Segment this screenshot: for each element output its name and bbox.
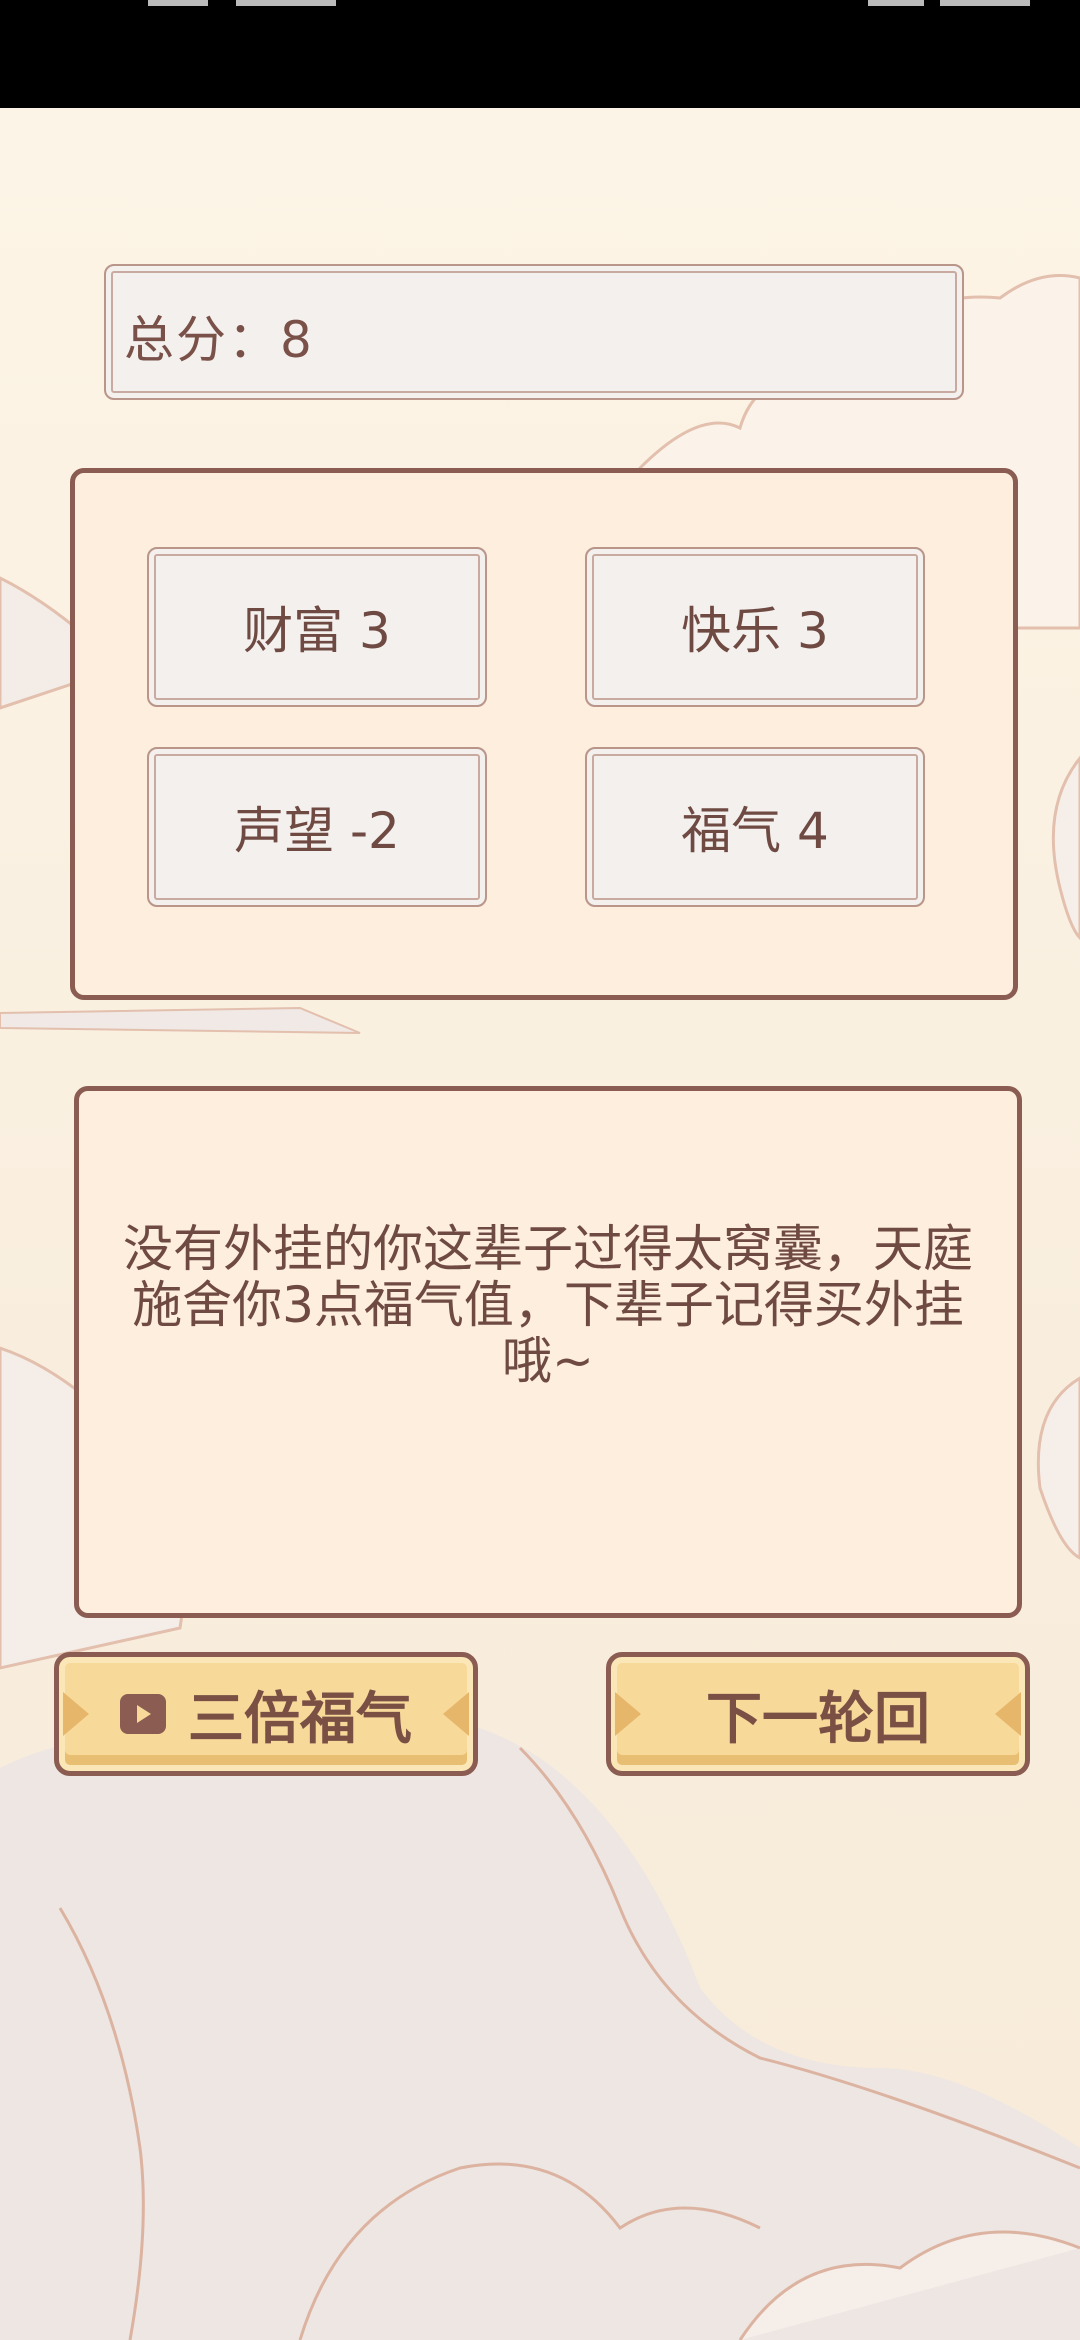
next-round-label: 下一轮回 [706,1686,930,1752]
total-score-text: 总分：8 [124,311,314,369]
total-score-box: 总分：8 [104,264,964,400]
triple-fortune-label: 三倍福气 [188,1686,412,1752]
message-panel: 没有外挂的你这辈子过得太窝囊，天庭施舍你3点福气值，下辈子记得买外挂哦~ [74,1086,1022,1618]
next-round-button[interactable]: 下一轮回 [606,1652,1030,1776]
triple-fortune-button[interactable]: 三倍福气 [54,1652,478,1776]
signal-icon [236,0,336,6]
arrow-left-icon [63,1692,89,1736]
arrow-right-icon [995,1692,1021,1736]
stat-fortune: 福气 4 [585,747,925,907]
stat-wealth: 财富 3 [147,547,487,707]
stats-panel: 财富 3 快乐 3 声望 -2 福气 4 [70,468,1018,1000]
video-icon [120,1694,166,1734]
result-message: 没有外挂的你这辈子过得太窝囊，天庭施舍你3点福气值，下辈子记得买外挂哦~ [123,1220,973,1390]
game-screen: 总分：8 财富 3 快乐 3 声望 -2 福气 4 没有外挂的你这辈子过得太窝囊… [0,0,1080,2340]
battery-icon [868,0,924,6]
status-bar [0,0,1080,108]
stat-happiness: 快乐 3 [585,547,925,707]
status-glyph [148,0,208,6]
arrow-right-icon [443,1692,469,1736]
arrow-left-icon [615,1692,641,1736]
status-time [940,0,1030,6]
stat-reputation: 声望 -2 [147,747,487,907]
